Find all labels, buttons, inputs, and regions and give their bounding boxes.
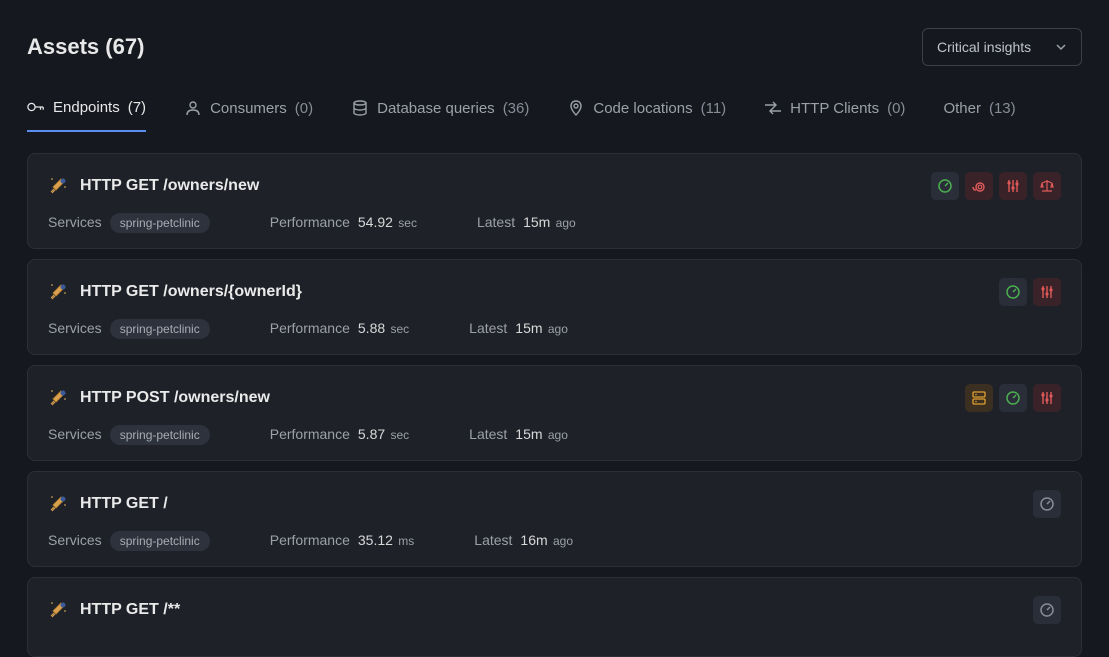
tab-label: Database queries (377, 100, 495, 117)
latest-value: 15m (523, 214, 550, 230)
latest-label: Latest (474, 532, 512, 548)
insight-server-orange-icon[interactable] (965, 384, 993, 412)
insight-badges (999, 278, 1061, 306)
asset-card[interactable]: HTTP GET /owners/{ownerId} Services spring… (27, 259, 1082, 355)
services-label: Services (48, 532, 102, 548)
tab-http-clients[interactable]: HTTP Clients (0) (764, 98, 905, 132)
performance-value: 35.12 (358, 532, 393, 548)
service-tag: spring-petclinic (110, 213, 210, 233)
asset-title: HTTP GET /owners/{ownerId} (80, 283, 302, 301)
service-tag: spring-petclinic (110, 319, 210, 339)
service-tag: spring-petclinic (110, 425, 210, 445)
insight-gauge-green-icon[interactable] (999, 384, 1027, 412)
database-icon (351, 99, 369, 117)
asset-title: HTTP GET /** (80, 601, 180, 619)
card-meta: Servicesspring-petclinicPerformance5.87 … (48, 426, 1061, 442)
service-tag: spring-petclinic (110, 531, 210, 551)
asset-card[interactable]: HTTP GET /** (27, 577, 1082, 657)
tab-code-locations[interactable]: Code locations (11) (567, 98, 726, 132)
asset-title: HTTP GET / (80, 495, 168, 513)
services-label: Services (48, 214, 102, 230)
tab-count: (36) (503, 100, 530, 117)
tab-endpoints[interactable]: Endpoints (7) (27, 98, 146, 132)
performance-unit: sec (395, 216, 417, 230)
performance-label: Performance (270, 426, 350, 442)
tab-label: HTTP Clients (790, 100, 879, 117)
tab-count: (7) (128, 99, 146, 116)
asset-card[interactable]: HTTP GET / Services spring-petclinic Perfor… (27, 471, 1082, 567)
asset-title: HTTP GET /owners/new (80, 177, 259, 195)
services-label: Services (48, 320, 102, 336)
arrows-icon (764, 99, 782, 117)
performance-unit: sec (387, 322, 409, 336)
telescope-icon (48, 282, 68, 302)
user-icon (184, 99, 202, 117)
tab-count: (13) (989, 100, 1016, 117)
dropdown-label: Critical insights (937, 39, 1031, 55)
insight-gauge-green-icon[interactable] (931, 172, 959, 200)
chevron-down-icon (1055, 41, 1067, 53)
telescope-icon (48, 494, 68, 514)
latest-unit: ago (550, 534, 573, 548)
tab-label: Endpoints (53, 99, 120, 116)
performance-unit: ms (395, 534, 414, 548)
performance-label: Performance (270, 214, 350, 230)
services-label: Services (48, 426, 102, 442)
insight-badges (965, 384, 1061, 412)
latest-value: 15m (515, 320, 542, 336)
asset-card[interactable]: HTTP POST /owners/new Services spring-petc… (27, 365, 1082, 461)
latest-unit: ago (552, 216, 575, 230)
latest-value: 15m (515, 426, 542, 442)
latest-label: Latest (469, 320, 507, 336)
latest-label: Latest (469, 426, 507, 442)
insight-badges (931, 172, 1061, 200)
performance-unit: sec (387, 428, 409, 442)
latest-unit: ago (545, 428, 568, 442)
card-meta: Services spring-petclinic Performance 35.12… (48, 532, 1061, 548)
tab-database-queries[interactable]: Database queries (36) (351, 98, 529, 132)
insight-tuning-red-icon[interactable] (1033, 278, 1061, 306)
pin-icon (567, 99, 585, 117)
performance-label: Performance (270, 320, 350, 336)
performance-value: 5.88 (358, 320, 385, 336)
insight-gauge-green-icon[interactable] (999, 278, 1027, 306)
insight-snail-red-icon[interactable] (965, 172, 993, 200)
asset-title: HTTP POST /owners/new (80, 389, 270, 407)
latest-label: Latest (477, 214, 515, 230)
tab-consumers[interactable]: Consumers (0) (184, 98, 313, 132)
key-icon (27, 98, 45, 116)
tab-count: (11) (701, 100, 727, 117)
tab-other[interactable]: Other (13) (943, 98, 1015, 132)
performance-value: 5.87 (358, 426, 385, 442)
card-meta: Services spring-petclinic Performance 54.92… (48, 214, 1061, 230)
asset-card[interactable]: HTTP GET /owners/new Services spring-petcl… (27, 153, 1082, 249)
tab-count: (0) (295, 100, 313, 117)
performance-label: Performance (270, 532, 350, 548)
tab-count: (0) (887, 100, 905, 117)
tabs-bar: Endpoints (7) Consumers (0) Database que… (27, 98, 1082, 133)
tab-label: Consumers (210, 100, 287, 117)
latest-value: 16m (520, 532, 547, 548)
latest-unit: ago (545, 322, 568, 336)
insight-tuning-red-icon[interactable] (1033, 384, 1061, 412)
page-title: Assets (67) (27, 34, 144, 60)
tab-label: Other (943, 100, 981, 117)
insight-gauge-gray-icon[interactable] (1033, 490, 1061, 518)
insight-scale-red-icon[interactable] (1033, 172, 1061, 200)
telescope-icon (48, 388, 68, 408)
insight-badges (1033, 596, 1061, 624)
insight-gauge-gray-icon[interactable] (1033, 596, 1061, 624)
tab-label: Code locations (593, 100, 692, 117)
performance-value: 54.92 (358, 214, 393, 230)
insight-badges (1033, 490, 1061, 518)
telescope-icon (48, 600, 68, 620)
telescope-icon (48, 176, 68, 196)
card-meta: Servicesspring-petclinicPerformance5.88 … (48, 320, 1061, 336)
sort-dropdown[interactable]: Critical insights (922, 28, 1082, 66)
insight-tuning-red-icon[interactable] (999, 172, 1027, 200)
